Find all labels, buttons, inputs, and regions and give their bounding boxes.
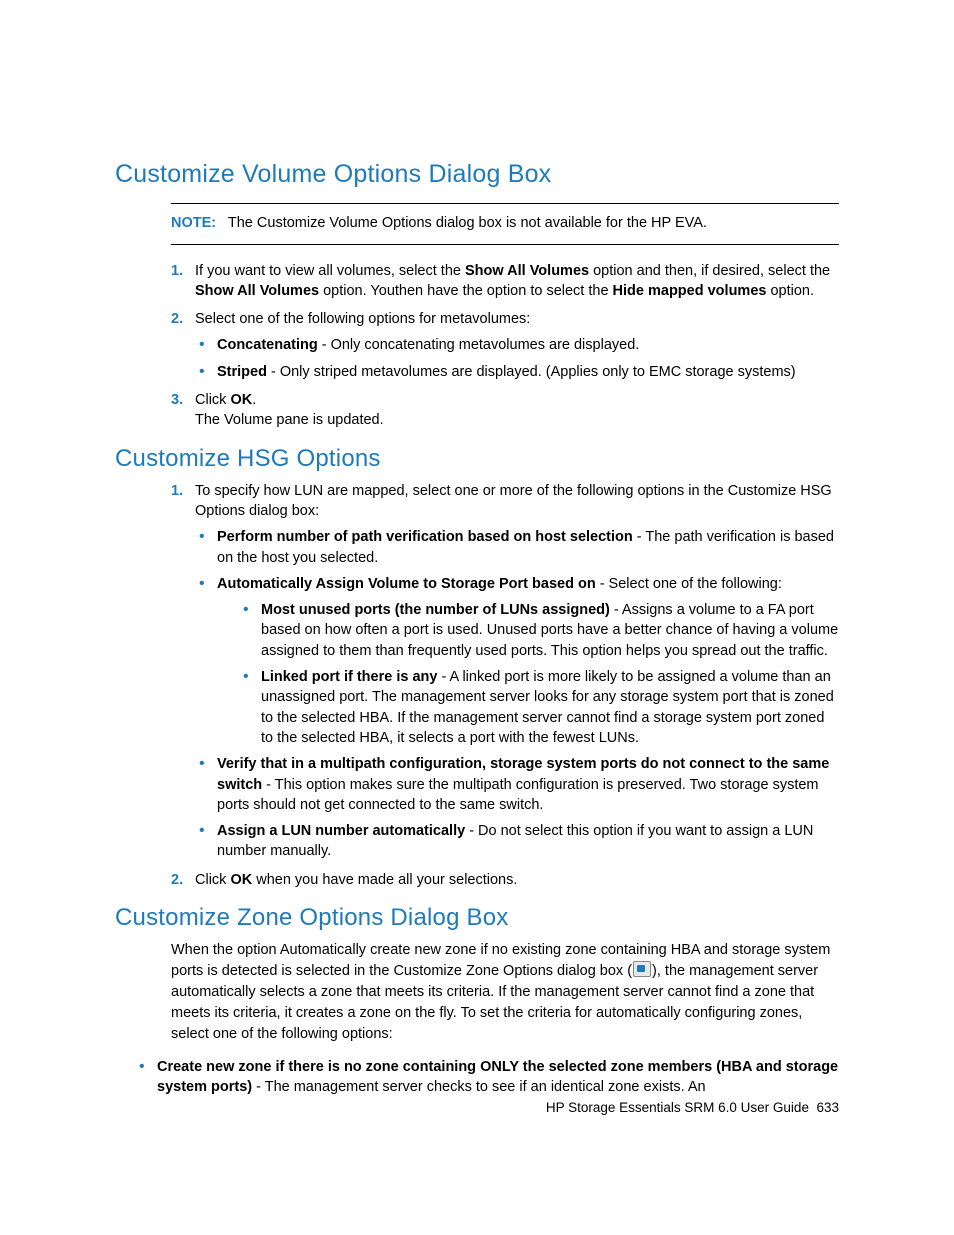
- bold-text: Perform number of path verification base…: [217, 529, 633, 545]
- bold-text: Show All Volumes: [465, 263, 589, 279]
- heading-customize-hsg-options: Customize HSG Options: [115, 445, 839, 473]
- list-item: 2. Select one of the following options f…: [171, 309, 839, 382]
- note-label: NOTE:: [171, 215, 216, 231]
- note-block: NOTE: The Customize Volume Options dialo…: [171, 203, 839, 245]
- text-run: - Only striped metavolumes are displayed…: [267, 364, 796, 380]
- bullet-item: Assign a LUN number automatically - Do n…: [195, 821, 839, 862]
- bold-text: OK: [230, 392, 252, 408]
- bullet-list: Create new zone if there is no zone cont…: [135, 1057, 839, 1098]
- list-item: 3. Click OK. The Volume pane is updated.: [171, 390, 839, 431]
- section1-content: NOTE: The Customize Volume Options dialo…: [171, 203, 839, 431]
- bold-text: OK: [230, 872, 252, 888]
- section3-content: Create new zone if there is no zone cont…: [171, 1057, 839, 1098]
- list-item: 2. Click OK when you have made all your …: [171, 870, 839, 890]
- note-text: The Customize Volume Options dialog box …: [228, 215, 707, 231]
- footer-page-number: 633: [816, 1100, 839, 1115]
- bullet-item: Perform number of path verification base…: [195, 527, 839, 568]
- followup-text: The Volume pane is updated.: [195, 410, 839, 430]
- bullet-list: Concatenating - Only concatenating metav…: [195, 335, 839, 382]
- bullet-list: Perform number of path verification base…: [195, 527, 839, 861]
- text-run: - This option makes sure the multipath c…: [217, 777, 819, 813]
- bullet-item: Linked port if there is any - A linked p…: [239, 667, 839, 748]
- bold-text: Assign a LUN number automatically: [217, 823, 465, 839]
- text-run: option and then, if desired, select the: [589, 263, 830, 279]
- heading-customize-zone-options: Customize Zone Options Dialog Box: [115, 904, 839, 932]
- text-run: - Select one of the following:: [596, 576, 782, 592]
- bullet-item: Striped - Only striped metavolumes are d…: [195, 362, 839, 382]
- item-number: 3.: [171, 390, 183, 410]
- list-item: 1. If you want to view all volumes, sele…: [171, 261, 839, 302]
- bullet-item: Most unused ports (the number of LUNs as…: [239, 600, 839, 661]
- section2-content: 1. To specify how LUN are mapped, select…: [171, 481, 839, 890]
- heading-customize-volume-options: Customize Volume Options Dialog Box: [115, 160, 839, 189]
- nested-bullet-list: Most unused ports (the number of LUNs as…: [239, 600, 839, 748]
- text-run: - Only concatenating metavolumes are dis…: [318, 337, 640, 353]
- bullet-item: Concatenating - Only concatenating metav…: [195, 335, 839, 355]
- bullet-item: Create new zone if there is no zone cont…: [135, 1057, 839, 1098]
- item-number: 1.: [171, 481, 183, 501]
- text-run: To specify how LUN are mapped, select on…: [195, 483, 832, 519]
- text-run: - The management server checks to see if…: [252, 1079, 706, 1095]
- bullet-item: Verify that in a multipath configuration…: [195, 754, 839, 815]
- bold-text: Concatenating: [217, 337, 318, 353]
- text-run: Select one of the following options for …: [195, 311, 530, 327]
- bold-text: Hide mapped volumes: [613, 283, 767, 299]
- dialog-icon: [633, 961, 651, 977]
- text-run: If you want to view all volumes, select …: [195, 263, 465, 279]
- item-number: 1.: [171, 261, 183, 281]
- text-run: when you have made all your selections.: [252, 872, 517, 888]
- bullet-item: Automatically Assign Volume to Storage P…: [195, 574, 839, 748]
- bold-text: Show All Volumes: [195, 283, 319, 299]
- document-page: Customize Volume Options Dialog Box NOTE…: [0, 0, 954, 1235]
- bold-text: Linked port if there is any: [261, 669, 437, 685]
- bold-text: Striped: [217, 364, 267, 380]
- text-run: option.: [766, 283, 814, 299]
- text-run: .: [252, 392, 256, 408]
- item-number: 2.: [171, 870, 183, 890]
- footer-doc-title: HP Storage Essentials SRM 6.0 User Guide: [546, 1100, 809, 1115]
- bold-text: Most unused ports (the number of LUNs as…: [261, 602, 610, 618]
- bold-text: Automatically Assign Volume to Storage P…: [217, 576, 596, 592]
- page-footer: HP Storage Essentials SRM 6.0 User Guide…: [546, 1100, 839, 1115]
- text-run: Click: [195, 872, 230, 888]
- item-number: 2.: [171, 309, 183, 329]
- section2-list: 1. To specify how LUN are mapped, select…: [171, 481, 839, 890]
- list-item: 1. To specify how LUN are mapped, select…: [171, 481, 839, 862]
- section3-intro: When the option Automatically create new…: [171, 940, 839, 1045]
- text-run: option. Youthen have the option to selec…: [319, 283, 612, 299]
- section1-list: 1. If you want to view all volumes, sele…: [171, 261, 839, 431]
- text-run: Click: [195, 392, 230, 408]
